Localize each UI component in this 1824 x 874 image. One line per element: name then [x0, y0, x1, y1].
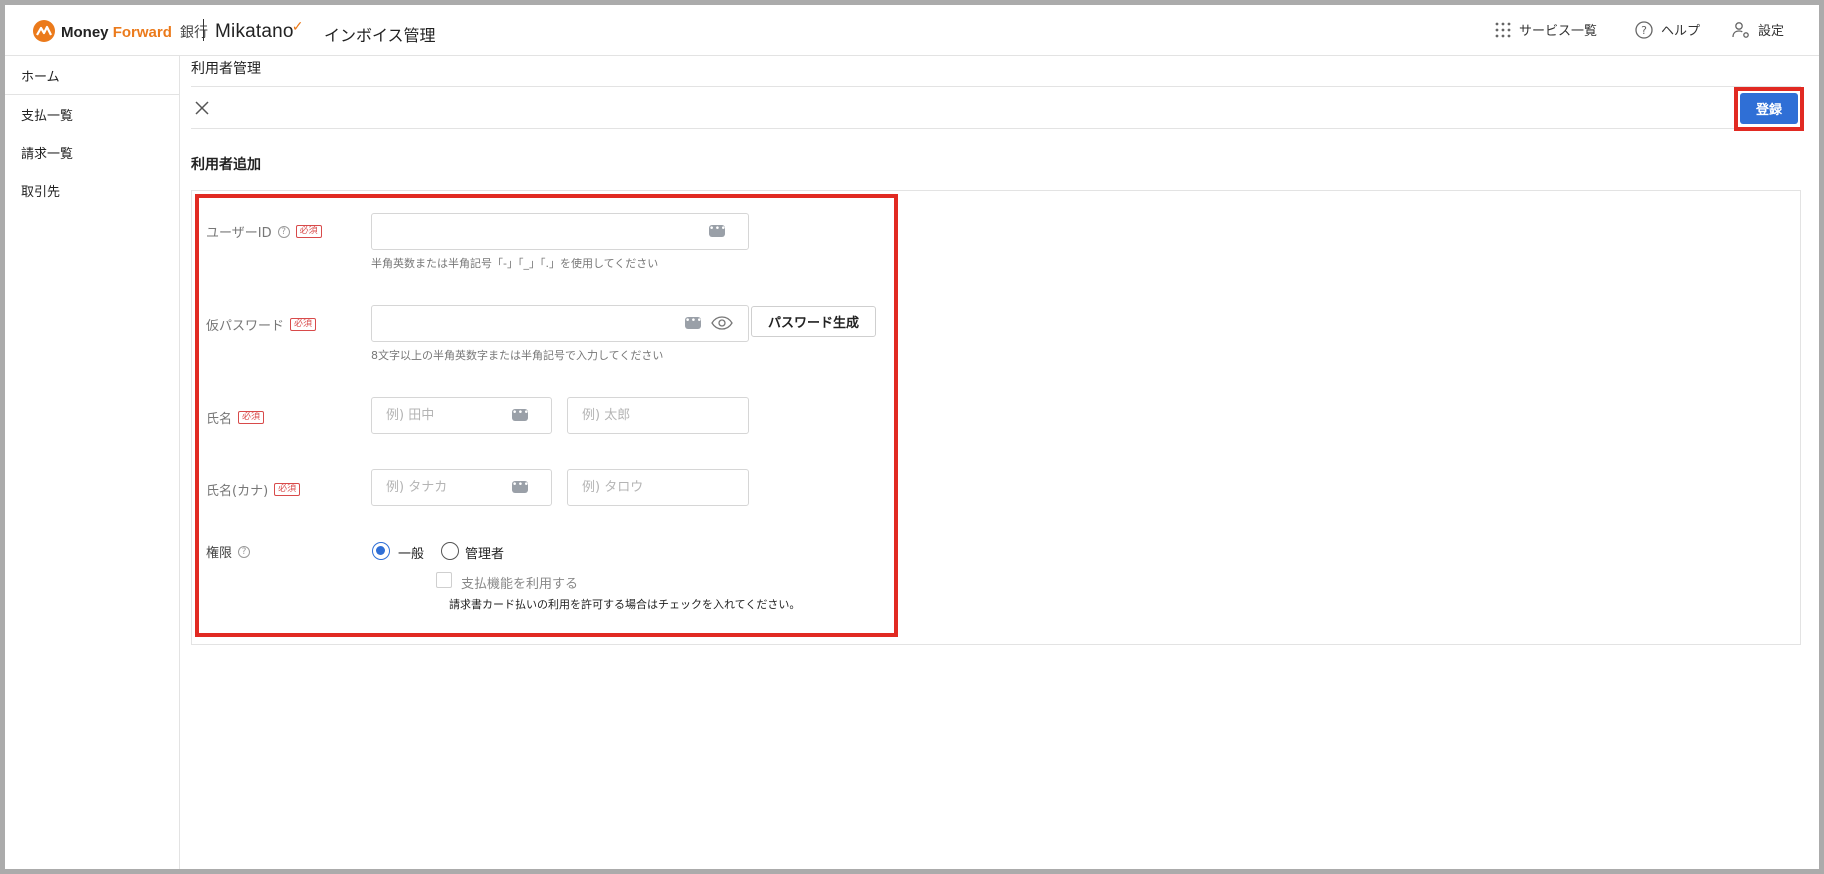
app-header: Money Forward 銀行 Mikatano✓ インボイス管理 サービス一… — [5, 5, 1819, 56]
temp-password-input[interactable] — [371, 305, 749, 342]
page-title: 利用者管理 — [191, 61, 261, 77]
section-title: 利用者追加 — [191, 157, 261, 173]
role-label: 権限 ? — [206, 542, 251, 561]
close-icon[interactable] — [194, 100, 210, 116]
required-badge: 必須 — [238, 411, 265, 424]
brand-divider — [203, 19, 204, 41]
help-icon[interactable]: ? — [238, 545, 251, 558]
divider — [191, 86, 1801, 87]
name-label-text: 氏名 — [206, 412, 233, 427]
first-name-input[interactable] — [567, 397, 749, 434]
user-id-hint: 半角英数または半角記号「-」「_」「.」を使用してください — [371, 257, 659, 270]
role-admin-radio[interactable] — [441, 542, 459, 560]
sidebar-item-label: 請求一覧 — [21, 146, 74, 162]
sidebar-item-label: 支払一覧 — [21, 108, 74, 124]
last-name-kana-input[interactable] — [371, 469, 552, 506]
payment-feature-checkbox[interactable] — [436, 572, 452, 588]
sidebar-item-invoices[interactable]: 請求一覧 — [5, 133, 179, 171]
brand-subtitle: インボイス管理 — [324, 26, 436, 45]
nav-help-label: ヘルプ — [1661, 24, 1701, 39]
sidebar-item-payments[interactable]: 支払一覧 — [5, 95, 179, 133]
sidebar-item-label: 取引先 — [21, 184, 61, 200]
money-forward-logo-icon — [33, 20, 55, 42]
sidebar-item-partners[interactable]: 取引先 — [5, 171, 179, 209]
required-badge: 必須 — [295, 225, 322, 238]
temp-password-hint: 8文字以上の半角英数字または半角記号で入力してください — [371, 349, 664, 362]
role-admin-label: 管理者 — [465, 547, 505, 562]
eye-icon[interactable] — [711, 316, 733, 330]
role-label-text: 権限 — [206, 546, 233, 561]
name-kana-label: 氏名(カナ) 必須 — [206, 480, 301, 499]
user-id-input[interactable] — [371, 213, 749, 250]
nav-settings[interactable]: 設定 — [1732, 20, 1784, 39]
temp-password-label: 仮パスワード 必須 — [206, 315, 317, 334]
sidebar: ホーム 支払一覧 請求一覧 取引先 — [5, 56, 180, 869]
sidebar-item-label: ホーム — [21, 69, 60, 85]
divider — [191, 128, 1801, 129]
brand-mikatano: Mikatano✓ — [215, 18, 304, 43]
last-name-input[interactable] — [371, 397, 552, 434]
nav-service-list-label: サービス一覧 — [1519, 24, 1598, 39]
user-id-label: ユーザーID ? 必須 — [206, 222, 322, 241]
name-label: 氏名 必須 — [206, 408, 265, 427]
grid-icon — [1495, 22, 1511, 37]
first-name-kana-input[interactable] — [567, 469, 749, 506]
generate-password-button[interactable]: パスワード生成 — [751, 306, 876, 337]
brand-money-forward: Money Forward 銀行 — [61, 22, 208, 42]
brand-tick-icon: ✓ — [291, 18, 304, 34]
svg-text:?: ? — [1641, 24, 1647, 37]
help-icon[interactable]: ? — [277, 225, 290, 238]
name-kana-label-text: 氏名(カナ) — [206, 484, 269, 499]
register-button[interactable]: 登録 — [1740, 93, 1798, 124]
brand-money-text: Money — [61, 24, 109, 41]
temp-password-label-text: 仮パスワード — [206, 319, 285, 334]
brand-mikatano-text: Mikatano — [215, 21, 294, 42]
user-id-label-text: ユーザーID — [206, 226, 272, 241]
required-badge: 必須 — [274, 483, 301, 496]
nav-settings-label: 設定 — [1758, 24, 1785, 39]
payment-feature-label: 支払機能を利用する — [461, 577, 579, 592]
role-general-label: 一般 — [398, 547, 425, 562]
payment-feature-hint: 請求書カード払いの利用を許可する場合はチェックを入れてください。 — [449, 598, 801, 611]
role-general-radio[interactable] — [372, 542, 390, 560]
help-circle-icon: ? — [1635, 20, 1653, 39]
user-settings-icon — [1732, 21, 1749, 38]
required-badge: 必須 — [290, 318, 317, 331]
nav-help[interactable]: ? ヘルプ — [1635, 20, 1700, 39]
brand-forward-text: Forward — [112, 24, 172, 41]
sidebar-item-home[interactable]: ホーム — [5, 56, 179, 95]
nav-service-list[interactable]: サービス一覧 — [1495, 20, 1597, 39]
